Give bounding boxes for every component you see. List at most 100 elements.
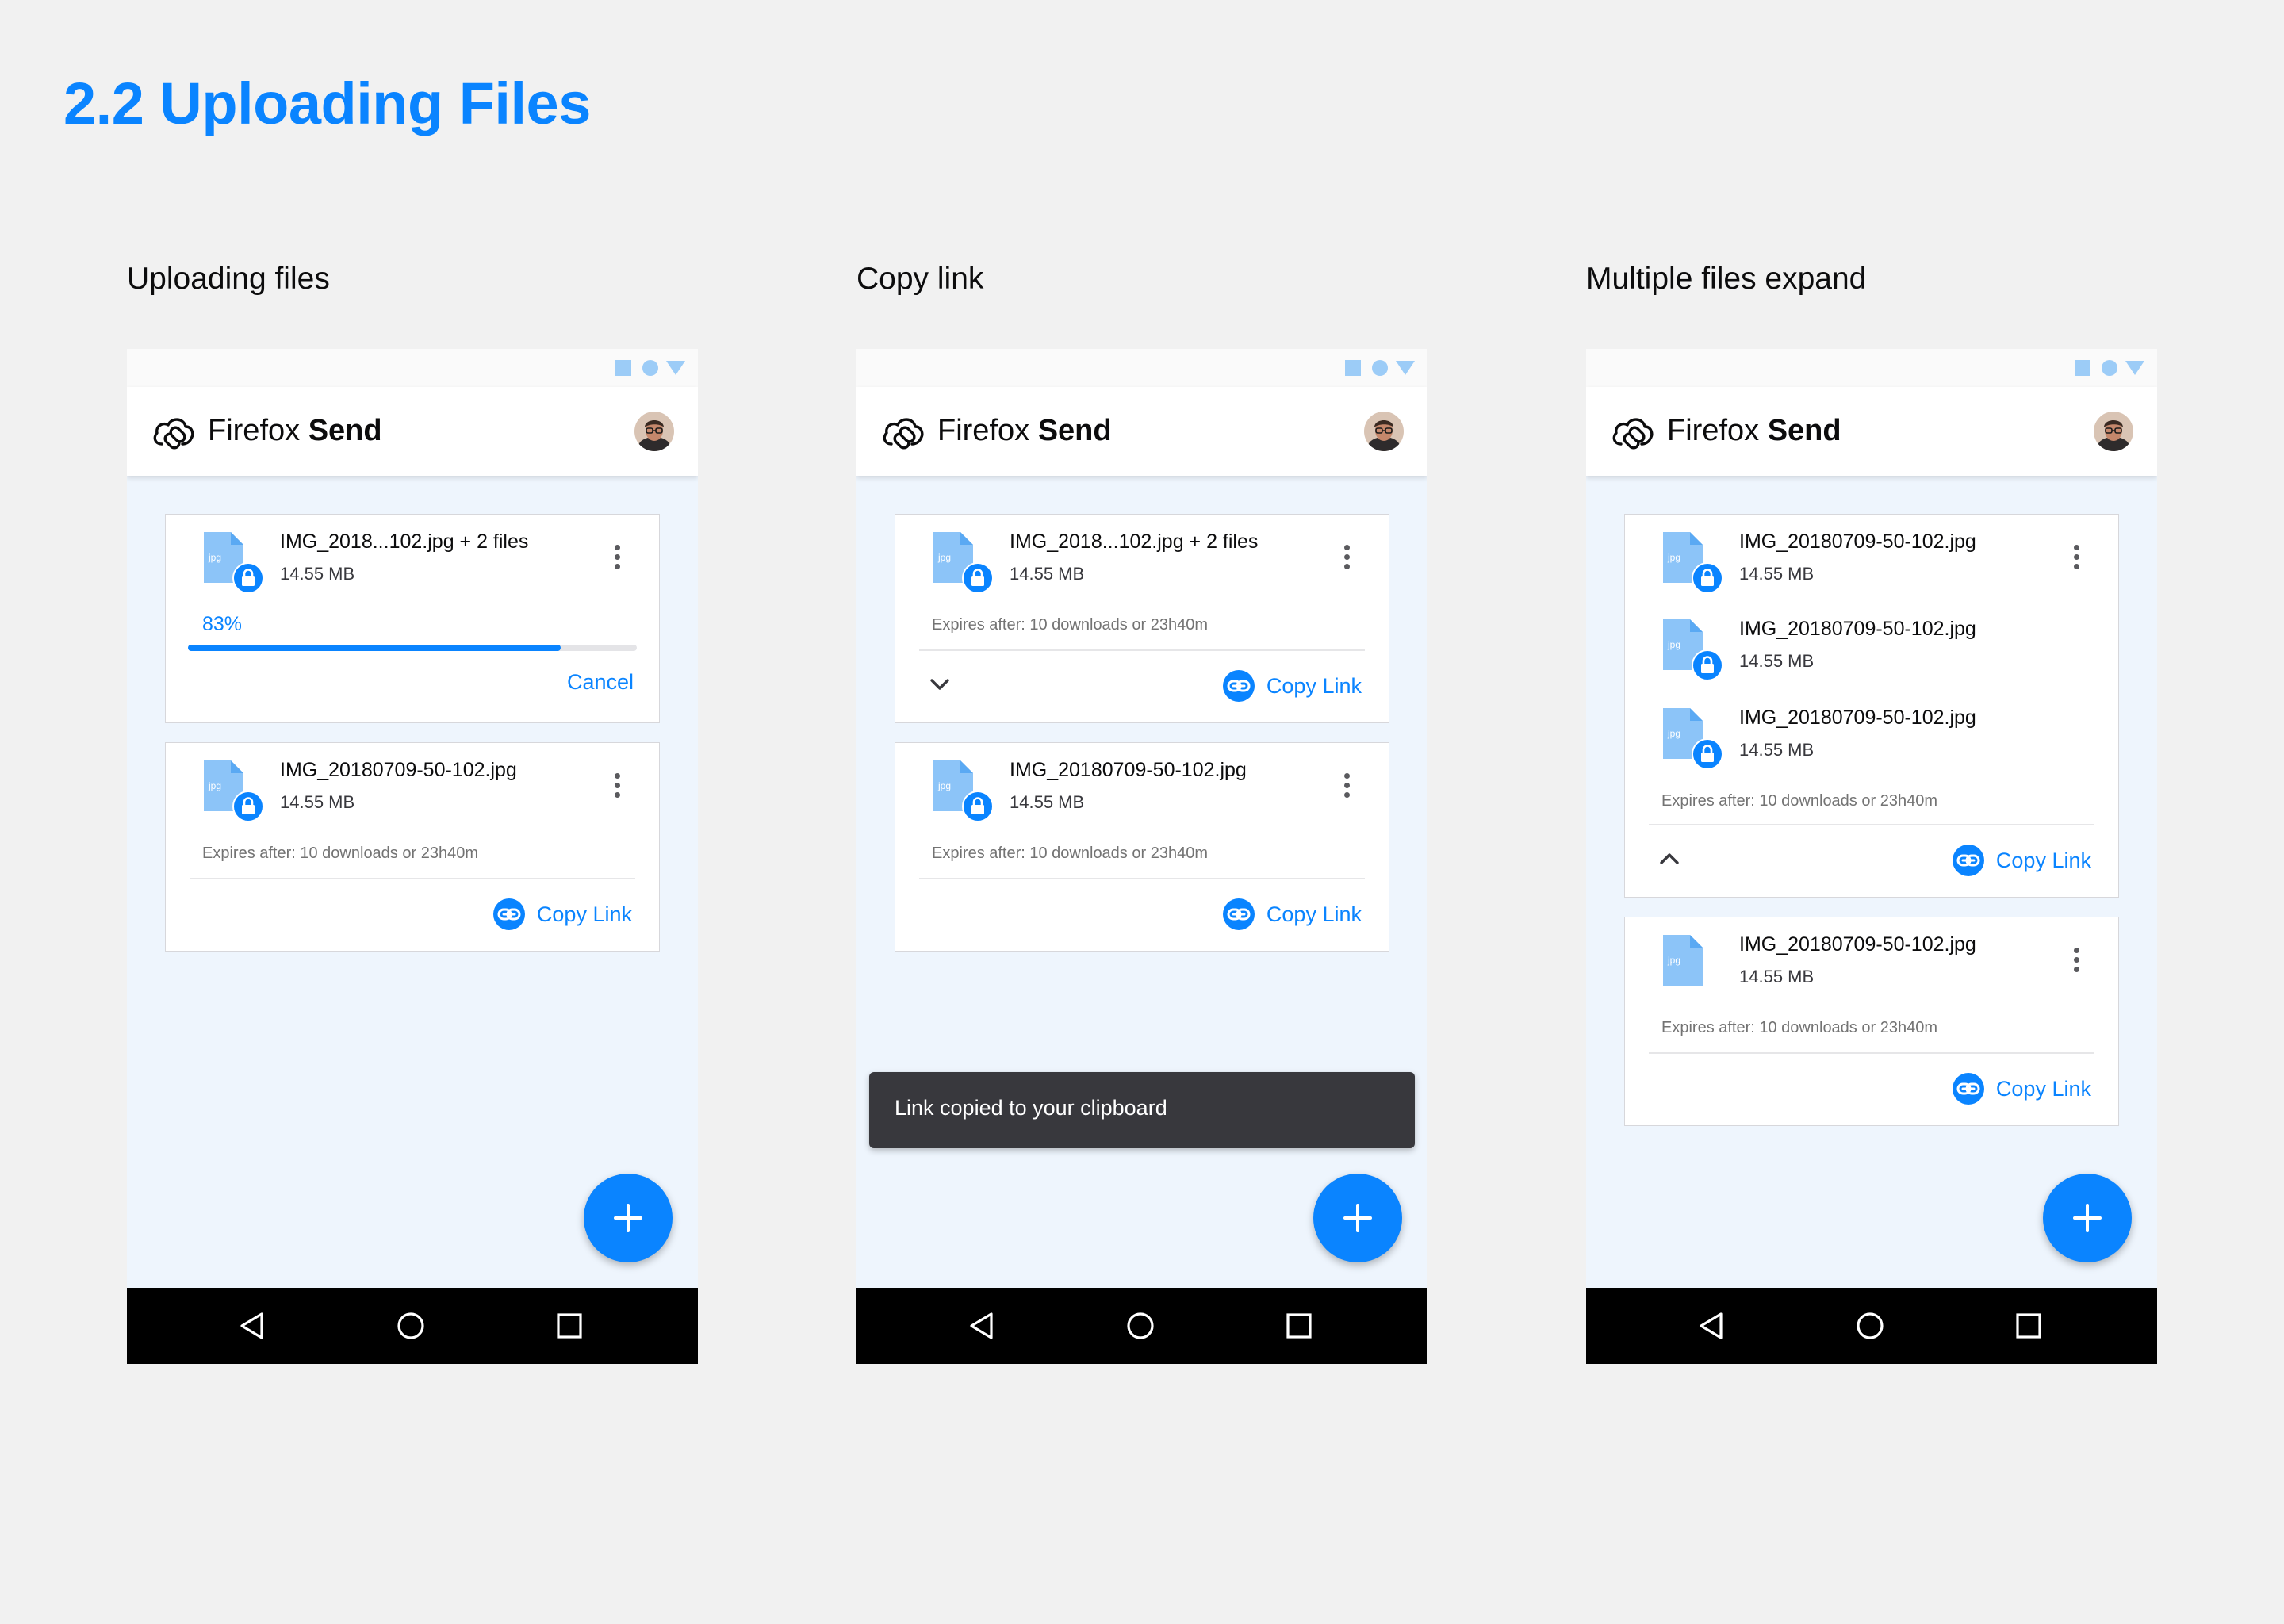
divider (190, 878, 635, 879)
file-size: 14.55 MB (280, 564, 355, 584)
nav-recent-icon[interactable] (2014, 1312, 2043, 1340)
copy-link-button[interactable]: Copy Link (1952, 845, 2091, 876)
lock-icon (962, 562, 994, 594)
file-row: IMG_20180709-50-102.jpg 14.55 MB (1625, 602, 2118, 689)
avatar[interactable] (1364, 412, 1404, 451)
upload-card: IMG_2018...102.jpg + 2 files 14.55 MB 83… (165, 514, 660, 723)
add-file-fab[interactable] (2043, 1174, 2132, 1262)
snackbar-toast: Link copied to your clipboard (869, 1072, 1415, 1148)
expires-text: Expires after: 10 downloads or 23h40m (1661, 1019, 1937, 1036)
file-name: IMG_20180709-50-102.jpg (1739, 530, 1976, 553)
copy-link-button[interactable]: Copy Link (492, 898, 632, 930)
app-name-prefix: Firefox (1667, 414, 1760, 447)
status-square-icon (615, 360, 631, 376)
app-name-prefix: Firefox (208, 414, 301, 447)
app-name-bold: Send (1037, 414, 1112, 447)
link-icon (1952, 1072, 1985, 1105)
page-title: 2.2 Uploading Files (63, 71, 591, 136)
lock-icon (232, 791, 264, 822)
lock-icon (962, 791, 994, 822)
file-name: IMG_2018...102.jpg + 2 files (1010, 530, 1259, 553)
cancel-button[interactable]: Cancel (567, 670, 634, 695)
file-size: 14.55 MB (1739, 651, 1815, 671)
app-name: Firefox Send (937, 414, 1112, 448)
more-vert-icon[interactable] (2072, 545, 2080, 576)
copy-link-label: Copy Link (1995, 848, 2091, 872)
nav-home-icon[interactable] (1126, 1312, 1155, 1340)
status-circle-icon (1372, 360, 1388, 376)
more-vert-icon[interactable] (613, 545, 621, 576)
nav-recent-icon[interactable] (555, 1312, 584, 1340)
file-card: IMG_20180709-50-102.jpg 14.55 MB Expires… (165, 742, 660, 952)
chevron-up-icon[interactable] (1655, 845, 1684, 873)
status-circle-icon (2102, 360, 2117, 376)
nav-home-icon[interactable] (397, 1312, 425, 1340)
file-size: 14.55 MB (1010, 792, 1085, 812)
copy-link-label: Copy Link (1266, 902, 1362, 926)
copy-link-label: Copy Link (1266, 673, 1362, 698)
copy-link-label: Copy Link (536, 902, 632, 926)
firefox-send-logo-icon (151, 412, 195, 452)
expires-text: Expires after: 10 downloads or 23h40m (932, 616, 1208, 634)
file-name: IMG_20180709-50-102.jpg (1739, 618, 1976, 640)
expires-text: Expires after: 10 downloads or 23h40m (932, 845, 1208, 862)
status-square-icon (1345, 360, 1361, 376)
app-name-prefix: Firefox (937, 414, 1030, 447)
progress-fill (188, 645, 561, 651)
file-size: 14.55 MB (1010, 564, 1085, 584)
divider (1649, 1052, 2094, 1054)
copy-link-button[interactable]: Copy Link (1222, 898, 1362, 930)
android-nav-bar (1586, 1288, 2157, 1364)
app-bar: Firefox Send (856, 387, 1428, 476)
status-circle-icon (642, 360, 658, 376)
firefox-send-logo-icon (1610, 412, 1654, 452)
firefox-send-logo-icon (880, 412, 925, 452)
copy-link-button[interactable]: Copy Link (1952, 1073, 2091, 1105)
more-vert-icon[interactable] (613, 773, 621, 805)
phone-multiple-files-expand: Firefox Send IMG_20180709-50-102.jpg 14.… (1586, 349, 2157, 1364)
screen-label-uploading-files: Uploading files (127, 262, 330, 296)
file-name: IMG_20180709-50-102.jpg (1010, 759, 1247, 781)
nav-back-icon[interactable] (1697, 1312, 1726, 1340)
file-card: IMG_20180709-50-102.jpg 14.55 MB Expires… (1624, 917, 2119, 1126)
divider (919, 649, 1365, 651)
link-icon (1952, 844, 1985, 877)
app-bar: Firefox Send (127, 387, 698, 476)
lock-icon (232, 562, 264, 594)
avatar[interactable] (634, 412, 674, 451)
more-vert-icon[interactable] (1343, 773, 1351, 805)
screen-label-copy-link: Copy link (856, 262, 984, 296)
status-triangle-icon (2125, 361, 2144, 375)
copy-link-button[interactable]: Copy Link (1222, 670, 1362, 702)
toast-message: Link copied to your clipboard (895, 1096, 1167, 1120)
divider (1649, 824, 2094, 825)
plus-icon (1343, 1204, 1372, 1232)
nav-back-icon[interactable] (968, 1312, 996, 1340)
file-row: IMG_20180709-50-102.jpg 14.55 MB (166, 743, 659, 830)
add-file-fab[interactable] (584, 1174, 673, 1262)
file-row: IMG_20180709-50-102.jpg 14.55 MB (1625, 917, 2118, 1005)
file-name: IMG_20180709-50-102.jpg (1739, 933, 1976, 956)
nav-back-icon[interactable] (238, 1312, 266, 1340)
file-row: IMG_20180709-50-102.jpg 14.55 MB (1625, 691, 2118, 778)
expires-text: Expires after: 10 downloads or 23h40m (1661, 792, 1937, 810)
file-size: 14.55 MB (280, 792, 355, 812)
nav-home-icon[interactable] (1856, 1312, 1884, 1340)
link-icon (1222, 898, 1255, 931)
file-card: IMG_20180709-50-102.jpg 14.55 MB Expires… (895, 742, 1389, 952)
more-vert-icon[interactable] (1343, 545, 1351, 576)
chevron-down-icon[interactable] (925, 670, 954, 699)
lock-icon (1692, 562, 1723, 594)
file-name: IMG_20180709-50-102.jpg (1739, 707, 1976, 729)
lock-icon (1692, 738, 1723, 770)
android-nav-bar (856, 1288, 1428, 1364)
divider (919, 878, 1365, 879)
screen-label-multiple-files-expand: Multiple files expand (1586, 262, 1867, 296)
nav-recent-icon[interactable] (1285, 1312, 1313, 1340)
add-file-fab[interactable] (1313, 1174, 1402, 1262)
file-row: IMG_2018...102.jpg + 2 files 14.55 MB (166, 515, 659, 602)
file-name: IMG_20180709-50-102.jpg (280, 759, 517, 781)
phone-copy-link: Firefox Send IMG_2018...102.jpg + 2 file… (856, 349, 1428, 1364)
avatar[interactable] (2094, 412, 2133, 451)
more-vert-icon[interactable] (2072, 948, 2080, 979)
